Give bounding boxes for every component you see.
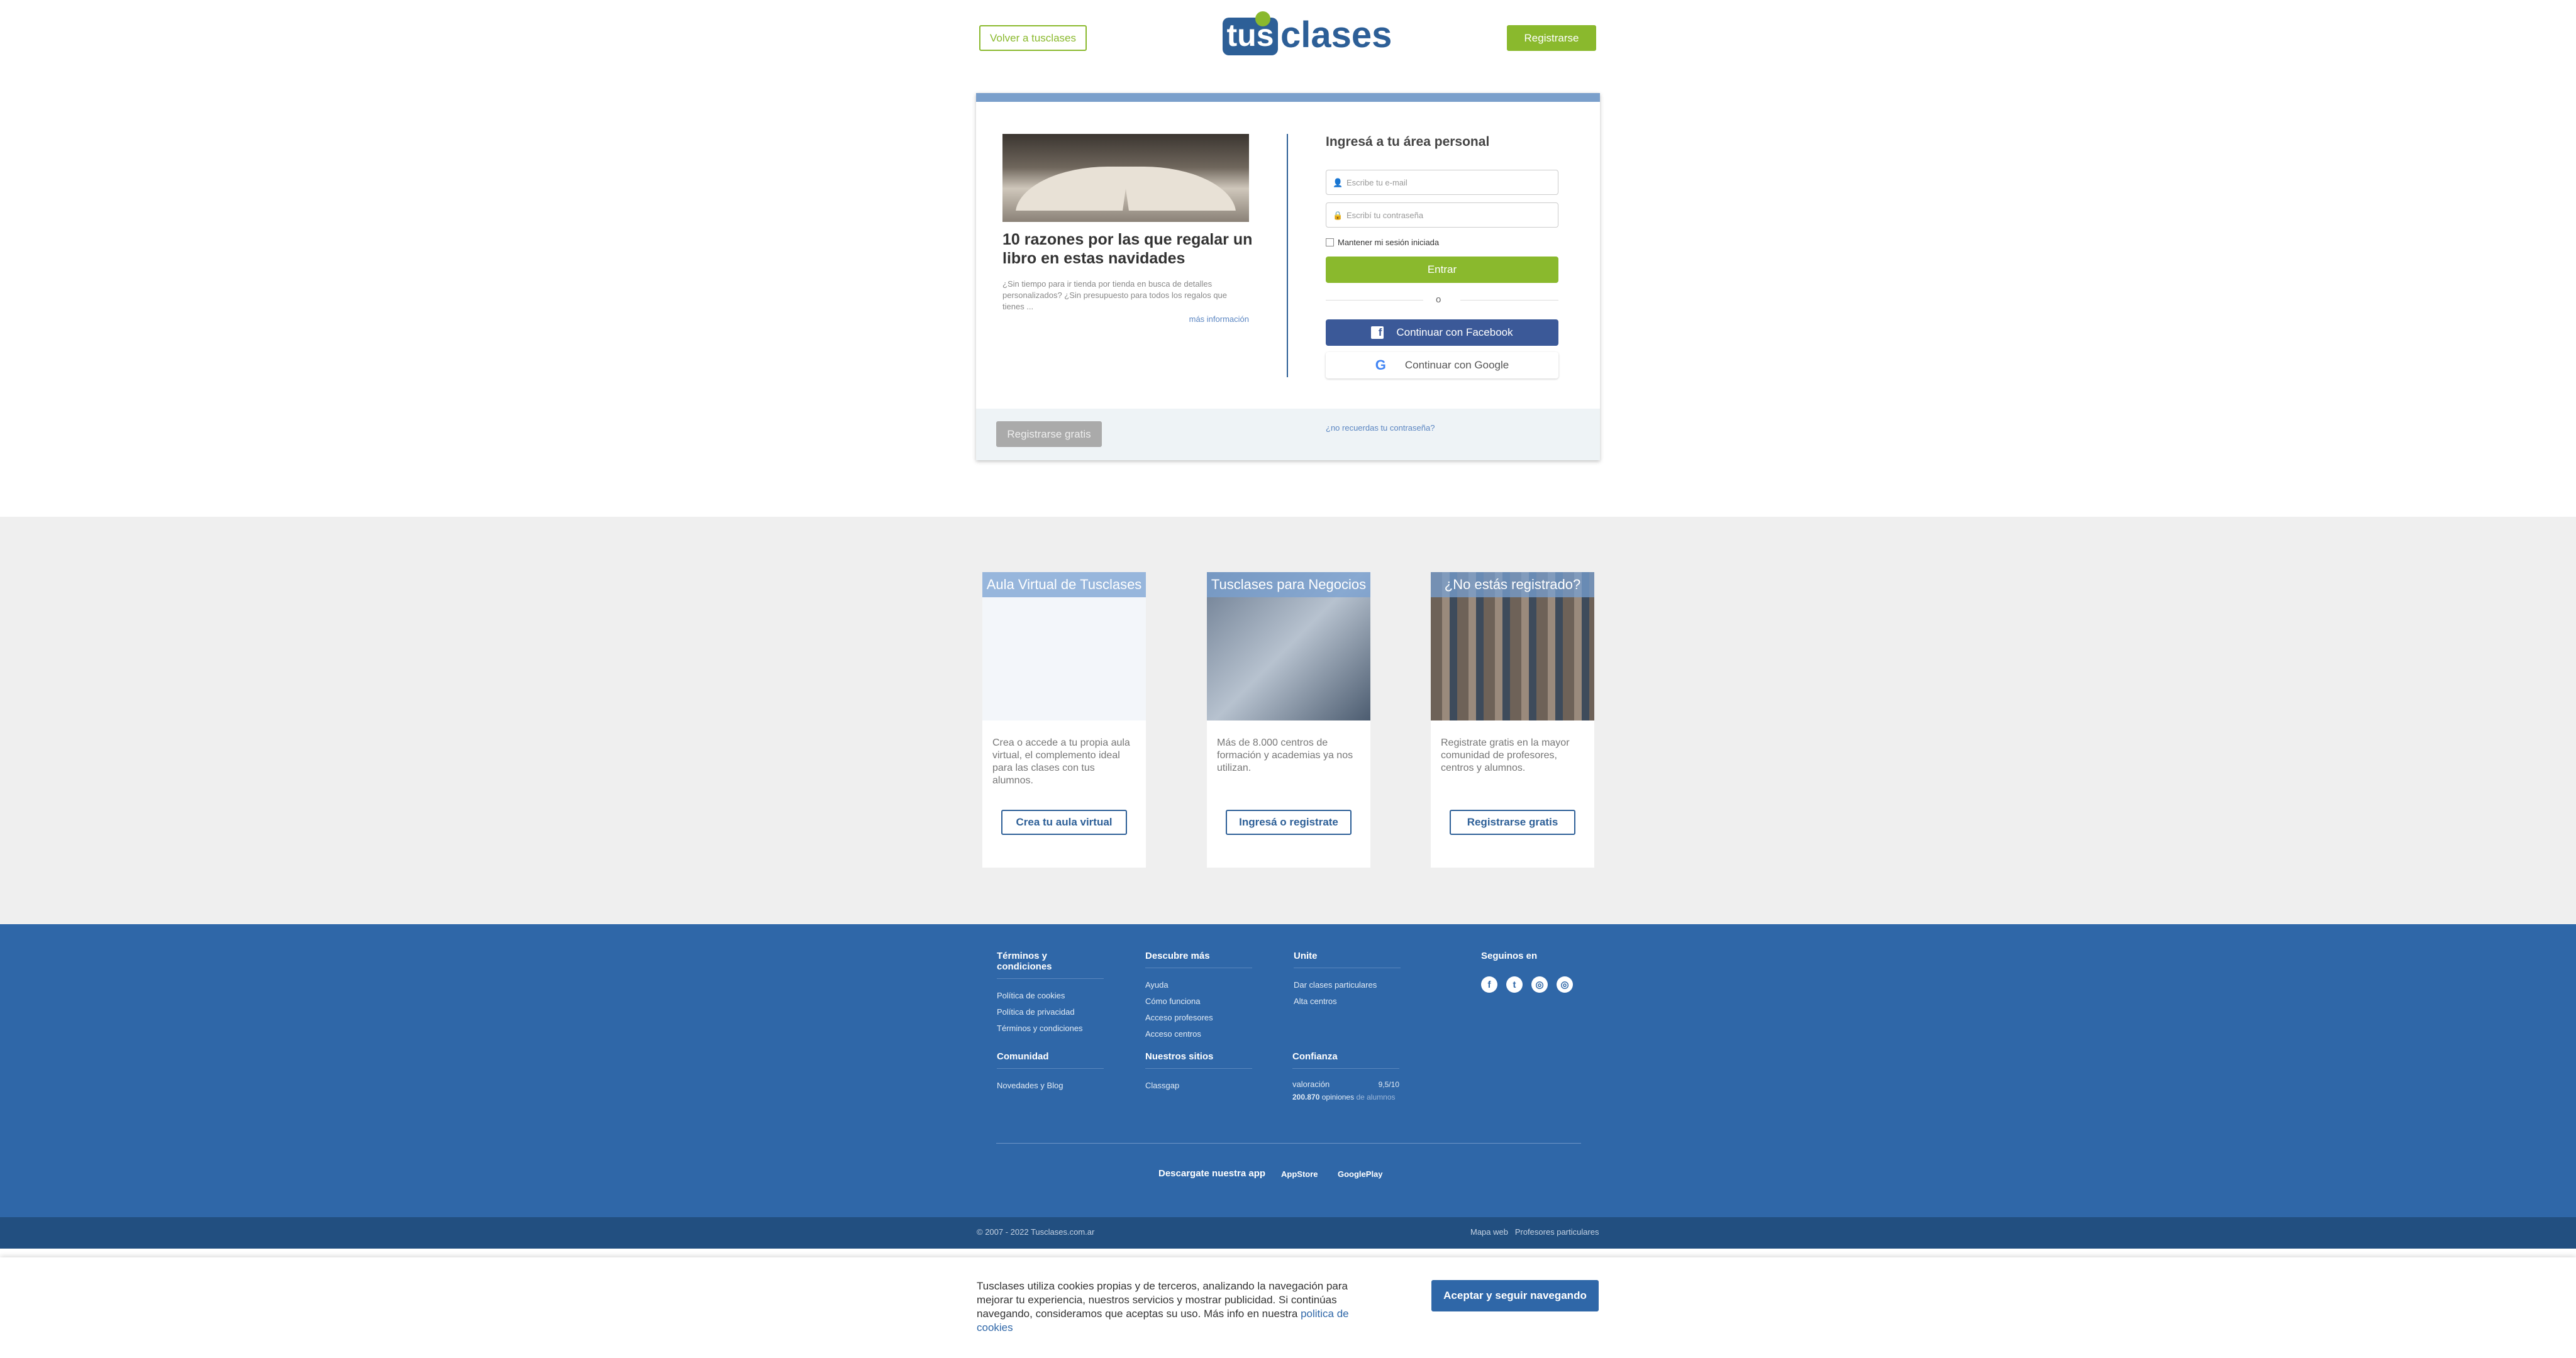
register-free-card-button[interactable]: Registrarse gratis	[1450, 810, 1575, 835]
google-icon: G	[1375, 357, 1386, 373]
feature-title: ¿No estás registrado?	[1431, 572, 1594, 597]
lock-icon: 🔒	[1333, 211, 1343, 220]
feature-title: Tusclases para Negocios	[1207, 572, 1370, 597]
divider-right	[1460, 300, 1558, 301]
header-register-button[interactable]: Registrarse	[1507, 25, 1596, 51]
cookie-message: Tusclases utiliza cookies propias y de t…	[977, 1280, 1348, 1320]
cookie-text: Tusclases utiliza cookies propias y de t…	[977, 1279, 1354, 1335]
bottom-links: Mapa web Profesores particulares	[1470, 1227, 1599, 1237]
footer-link[interactable]: Alta centros	[1294, 993, 1401, 1010]
footer-link[interactable]: Términos y condiciones	[997, 1020, 1104, 1037]
footer-heading: Términos y condiciones	[997, 951, 1104, 979]
feature-title: Aula Virtual de Tusclases	[982, 572, 1146, 597]
promo-more-link[interactable]: más información	[1186, 314, 1249, 324]
forgot-password-link[interactable]: ¿no recuerdas tu contraseña?	[1326, 423, 1435, 433]
register-free-button[interactable]: Registrarse gratis	[996, 421, 1102, 447]
password-input[interactable]: 🔒 Escribí tu contraseña	[1326, 202, 1558, 228]
footer-heading: Confianza	[1292, 1051, 1399, 1069]
footer-col-follow: Seguinos en f t ◎ ◎	[1481, 951, 1588, 993]
promo-title[interactable]: 10 razones por las que regalar un libro …	[1002, 230, 1254, 268]
copyright: © 2007 - 2022 Tusclases.com.ar	[977, 1227, 1095, 1237]
footer-link[interactable]: Acceso profesores	[1145, 1010, 1252, 1026]
footer-col-community: Comunidad Novedades y Blog	[997, 1051, 1104, 1094]
remember-me-checkbox[interactable]: Mantener mi sesión iniciada	[1326, 238, 1439, 247]
login-title: Ingresá a tu área personal	[1326, 135, 1490, 149]
download-app-label: Descargate nuestra app	[1158, 1168, 1266, 1179]
opinions-count: 200.870	[1292, 1093, 1320, 1101]
teachers-link[interactable]: Profesores particulares	[1515, 1227, 1599, 1237]
bottom-bar	[0, 1217, 2576, 1249]
footer-heading: Comunidad	[997, 1051, 1104, 1069]
rating-score: 9,5/10	[1378, 1080, 1399, 1089]
footer-col-terms: Términos y condiciones Política de cooki…	[997, 951, 1104, 1037]
rating-image: valoración	[1292, 1079, 1330, 1089]
facebook-icon: f	[1371, 326, 1384, 339]
footer-heading: Unite	[1294, 951, 1401, 968]
feature-text: Registrate gratis en la mayor comunidad …	[1441, 737, 1570, 773]
accept-cookies-button[interactable]: Aceptar y seguir navegando	[1431, 1280, 1599, 1311]
footer-col-discover: Descubre más Ayuda Cómo funciona Acceso …	[1145, 951, 1252, 1042]
email-input[interactable]: 👤 Escribe tu e-mail	[1326, 170, 1558, 195]
google-label: Continuar con Google	[1404, 359, 1509, 371]
logo-clases: clases	[1280, 14, 1392, 55]
footer-separator	[996, 1143, 1581, 1144]
google-login-button[interactable]: G Continuar con Google	[1326, 352, 1558, 378]
footer-heading: Descubre más	[1145, 951, 1252, 968]
logo-tus: tus	[1223, 18, 1278, 55]
divider-left	[1326, 300, 1423, 301]
footer-link[interactable]: Cómo funciona	[1145, 993, 1252, 1010]
facebook-label: Continuar con Facebook	[1396, 326, 1513, 338]
opinions-label: opiniones	[1321, 1093, 1355, 1101]
user-icon: 👤	[1333, 178, 1343, 187]
feature-card-negocios: Tusclases para Negocios Más de 8.000 cen…	[1207, 572, 1370, 868]
feature-text: Crea o accede a tu propia aula virtual, …	[992, 737, 1130, 786]
footer-link[interactable]: Dar clases particulares	[1294, 977, 1401, 993]
logo-dot	[1255, 11, 1270, 26]
email-placeholder: Escribe tu e-mail	[1346, 177, 1407, 187]
googleplay-badge[interactable]: GooglePlay	[1338, 1169, 1383, 1179]
card-divider	[1287, 134, 1288, 377]
footer-link[interactable]: Ayuda	[1145, 977, 1252, 993]
instagram-icon[interactable]: ◎	[1531, 976, 1548, 993]
footer-col-join: Unite Dar clases particulares Alta centr…	[1294, 951, 1401, 1010]
footer-heading: Seguinos en	[1481, 951, 1538, 961]
remember-label: Mantener mi sesión iniciada	[1338, 238, 1440, 247]
footer-link[interactable]: Política de privacidad	[997, 1004, 1104, 1020]
students-label: de alumnos	[1356, 1093, 1396, 1101]
password-placeholder: Escribí tu contraseña	[1346, 210, 1424, 220]
tusclases-logo[interactable]: tus clases	[1223, 11, 1392, 58]
feature-card-aula-virtual: Aula Virtual de Tusclases Crea o accede …	[982, 572, 1146, 868]
back-to-tusclases-button[interactable]: Volver a tusclases	[979, 25, 1087, 51]
footer-link[interactable]: Política de cookies	[997, 988, 1104, 1004]
promo-text: ¿Sin tiempo para ir tienda por tienda en…	[1002, 279, 1228, 311]
business-login-button[interactable]: Ingresá o registrate	[1226, 810, 1352, 835]
footer-heading: Nuestros sitios	[1145, 1051, 1252, 1069]
book-image[interactable]	[1002, 134, 1249, 222]
feature-card-register: ¿No estás registrado? Registrate gratis …	[1431, 572, 1594, 868]
checkbox-box[interactable]	[1326, 238, 1334, 246]
footer-link[interactable]: Novedades y Blog	[997, 1078, 1104, 1094]
sitemap-link[interactable]: Mapa web	[1470, 1227, 1508, 1237]
instagram-icon[interactable]: ◎	[1557, 976, 1573, 993]
enter-button[interactable]: Entrar	[1326, 257, 1558, 283]
facebook-login-button[interactable]: f Continuar con Facebook	[1326, 319, 1558, 346]
create-virtual-classroom-button[interactable]: Crea tu aula virtual	[1001, 810, 1127, 835]
footer-link[interactable]: Acceso centros	[1145, 1026, 1252, 1042]
twitter-icon[interactable]: t	[1506, 976, 1523, 993]
footer-link[interactable]: Classgap	[1145, 1078, 1252, 1094]
footer-col-sites: Nuestros sitios Classgap	[1145, 1051, 1252, 1094]
footer-col-trust: Confianza valoración 9,5/10 200.870 opin…	[1292, 1051, 1399, 1101]
facebook-icon[interactable]: f	[1481, 976, 1497, 993]
or-text: o	[1436, 294, 1441, 305]
appstore-badge[interactable]: AppStore	[1281, 1169, 1318, 1179]
feature-text: Más de 8.000 centros de formación y acad…	[1217, 737, 1353, 773]
